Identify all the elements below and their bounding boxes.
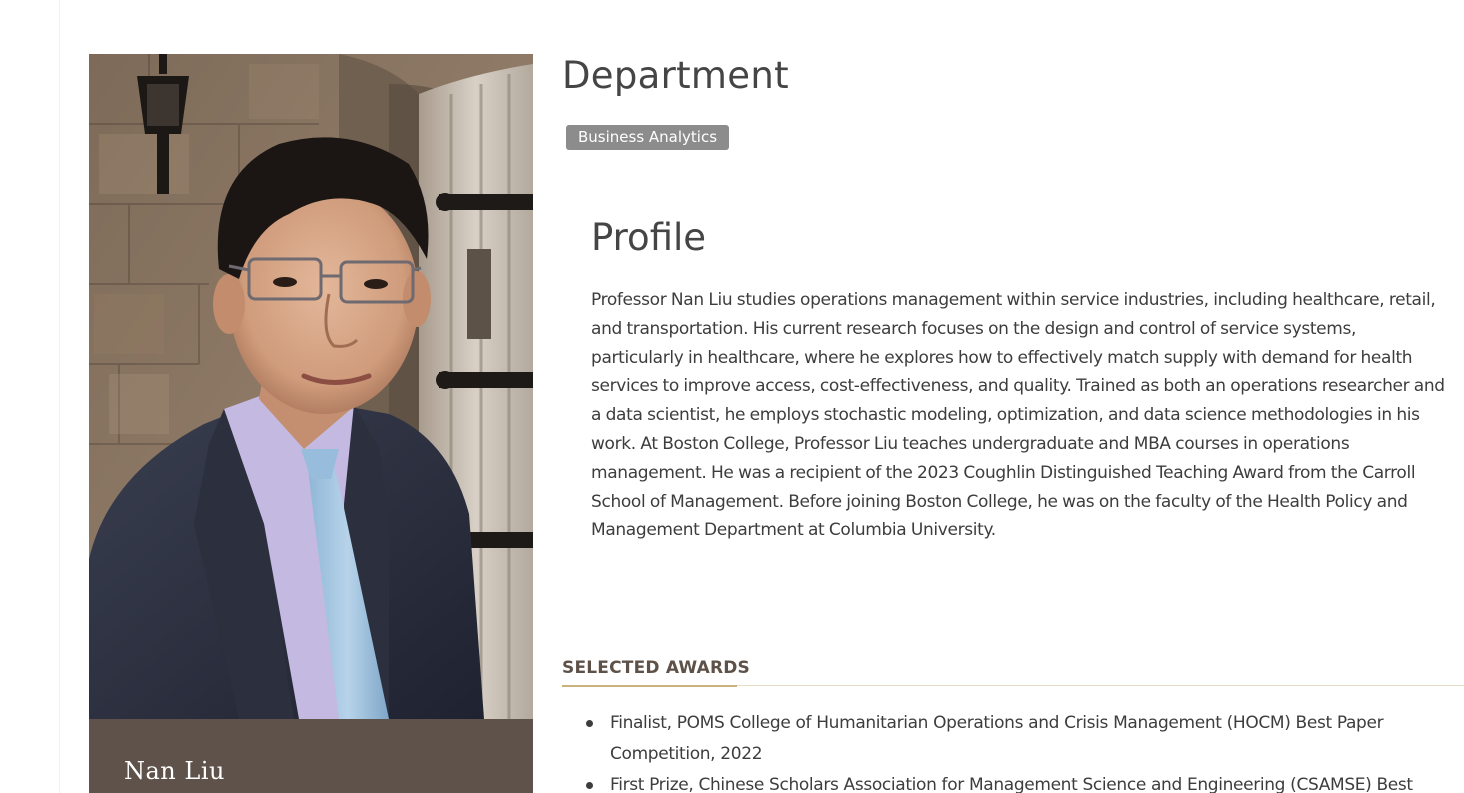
award-text: First Prize, Chinese Scholars Associatio… xyxy=(610,775,1413,793)
faculty-name: Nan Liu xyxy=(124,757,225,785)
name-plate: Nan Liu xyxy=(89,719,533,793)
portrait-card: Nan Liu xyxy=(89,54,533,793)
department-heading: Department xyxy=(562,54,789,97)
profile-biography: Professor Nan Liu studies operations man… xyxy=(591,290,1445,541)
selected-awards-heading: SELECTED AWARDS xyxy=(562,658,750,678)
awards-heading-underline xyxy=(562,685,737,687)
page-left-border xyxy=(59,0,60,793)
award-item: Finalist, POMS College of Humanitarian O… xyxy=(586,708,1464,770)
award-text: Finalist, POMS College of Humanitarian O… xyxy=(610,713,1384,764)
awards-list: Finalist, POMS College of Humanitarian O… xyxy=(586,708,1464,793)
bullet-icon xyxy=(586,782,593,789)
bullet-icon xyxy=(586,720,593,727)
faculty-profile-page: Nan Liu Department Business Analytics Pr… xyxy=(0,0,1464,793)
portrait-photo xyxy=(89,54,533,719)
profile-heading: Profile xyxy=(591,216,707,259)
awards-divider xyxy=(737,685,1464,686)
award-item: First Prize, Chinese Scholars Associatio… xyxy=(586,770,1464,793)
department-tag-link[interactable]: Business Analytics xyxy=(566,125,730,150)
